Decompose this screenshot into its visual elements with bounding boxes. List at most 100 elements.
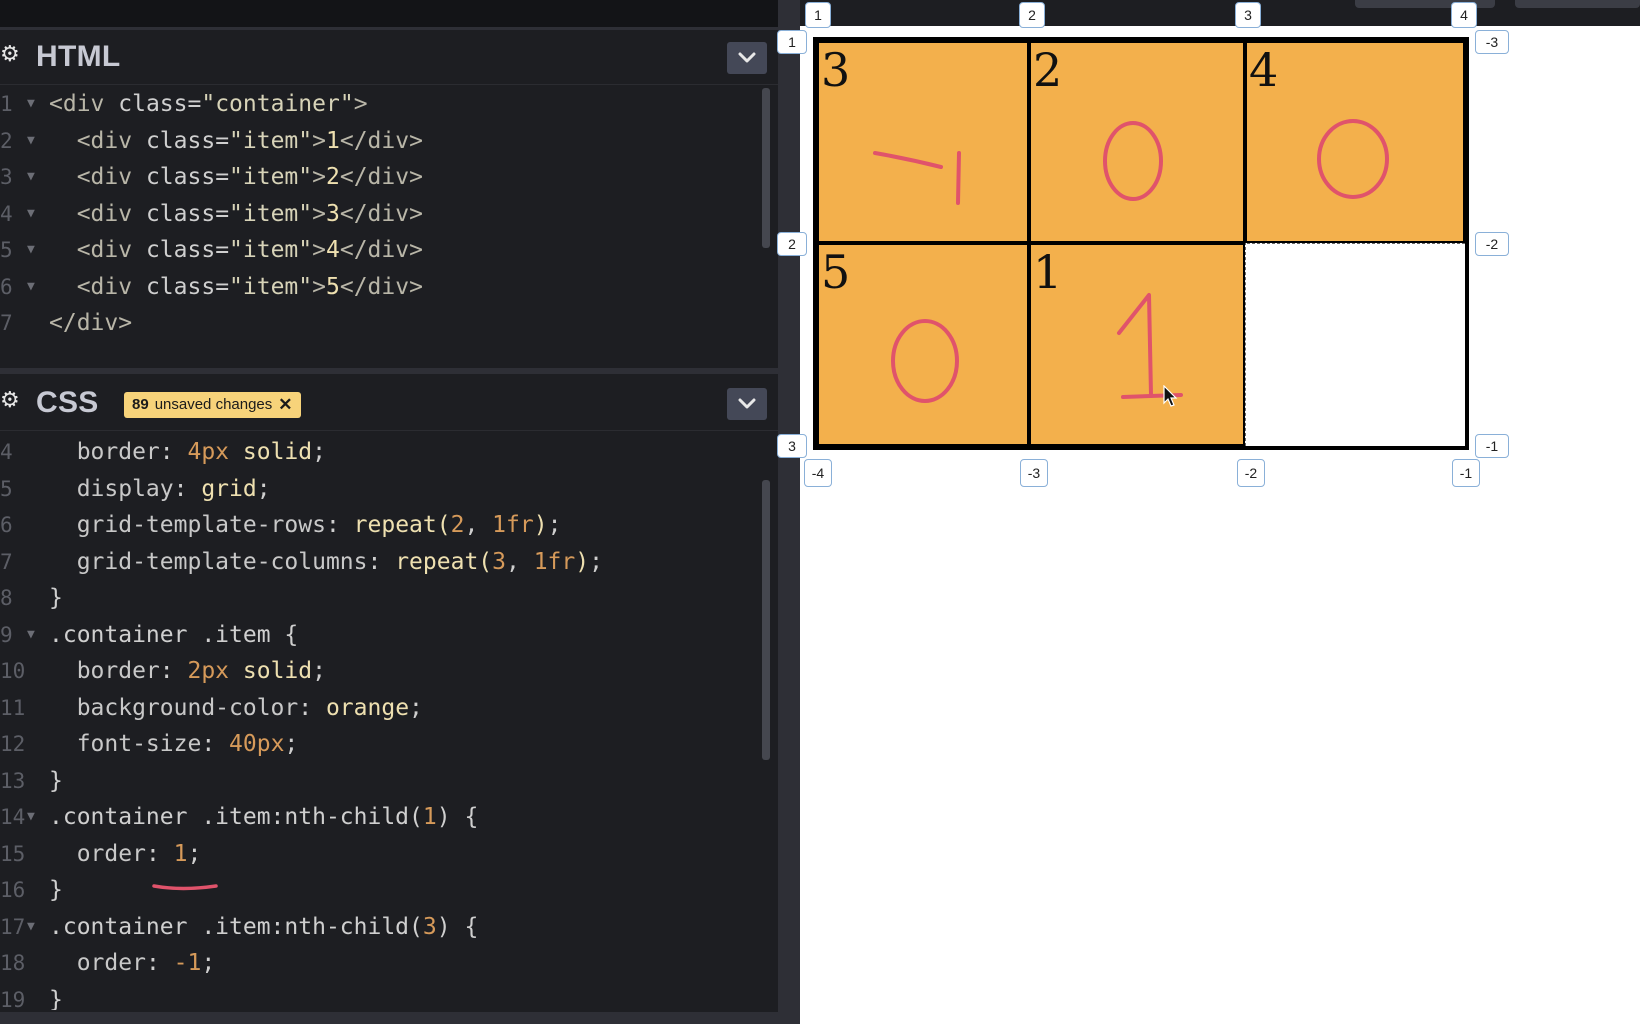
grid-item[interactable]: 1 bbox=[1029, 243, 1245, 446]
code-token: font-size bbox=[49, 731, 202, 757]
css-scrollbar[interactable] bbox=[762, 480, 770, 760]
fold-arrow-icon[interactable]: ▼ bbox=[27, 909, 35, 945]
fold-arrow-icon[interactable]: ▼ bbox=[27, 123, 35, 159]
html-code-area[interactable]: 1 ▼ <div class="container"> 2 ▼ <div class="… bbox=[0, 86, 760, 370]
code-text: } bbox=[49, 982, 63, 1011]
grid-line-label: -3 bbox=[1475, 30, 1509, 54]
grid-line-label: -1 bbox=[1452, 459, 1480, 487]
code-line[interactable]: 15 order: 1; bbox=[0, 836, 760, 872]
gear-icon[interactable]: ⚙ bbox=[0, 44, 22, 66]
code-token: 2 bbox=[450, 512, 465, 538]
code-line[interactable]: 7 </div> bbox=[0, 305, 760, 341]
line-number: 8 bbox=[0, 586, 13, 610]
fold-arrow-icon[interactable]: ▼ bbox=[27, 269, 35, 305]
code-token: 3 bbox=[422, 913, 437, 940]
code-text: <div class="item">1</div> bbox=[49, 123, 423, 159]
code-token: "item" bbox=[229, 164, 313, 190]
grid-item[interactable]: 3 bbox=[817, 41, 1029, 243]
css-panel-title: CSS bbox=[36, 386, 99, 419]
code-line[interactable]: 3 ▼ <div class="item">2</div> bbox=[0, 159, 760, 195]
code-token: repeat( bbox=[353, 512, 451, 538]
code-line[interactable]: 7 grid-template-columns: repeat(3, 1fr); bbox=[0, 544, 760, 580]
unsaved-count: 89 bbox=[132, 396, 149, 413]
toolbar-tab[interactable] bbox=[1515, 0, 1640, 8]
grid-item[interactable]: 2 bbox=[1029, 41, 1245, 243]
code-token: > bbox=[312, 237, 326, 263]
code-text: .container .item { bbox=[49, 617, 298, 653]
html-collapse-button[interactable] bbox=[727, 42, 767, 74]
css-collapse-button[interactable] bbox=[727, 388, 767, 420]
code-token: 2 bbox=[326, 164, 340, 190]
code-line[interactable]: 5 display: grid; bbox=[0, 471, 760, 507]
line-number: 1 bbox=[0, 92, 13, 116]
fold-arrow-icon[interactable]: ▼ bbox=[27, 617, 35, 653]
gear-icon[interactable]: ⚙ bbox=[0, 390, 22, 412]
code-token: > bbox=[312, 200, 326, 227]
line-number: 13 bbox=[0, 768, 26, 793]
code-line[interactable]: 11 background-color: orange; bbox=[0, 690, 760, 726]
code-line[interactable]: 4 border: 4px solid; bbox=[0, 434, 760, 470]
code-line[interactable]: 6 grid-template-rows: repeat(2, 1fr); bbox=[0, 507, 760, 543]
line-number: 15 bbox=[0, 841, 26, 866]
code-token: class bbox=[145, 200, 216, 227]
code-token: ; bbox=[547, 512, 562, 538]
code-line[interactable]: 19} bbox=[0, 982, 760, 1011]
fold-arrow-icon[interactable]: ▼ bbox=[27, 159, 35, 195]
line-number: 4 bbox=[0, 440, 13, 464]
code-token: solid bbox=[229, 658, 313, 684]
code-token: class bbox=[118, 91, 188, 117]
code-token: } bbox=[49, 767, 63, 794]
code-token: = bbox=[215, 200, 230, 227]
line-number: 9 bbox=[0, 622, 13, 647]
code-token: ; bbox=[409, 694, 423, 721]
fold-arrow-icon[interactable]: ▼ bbox=[27, 86, 35, 122]
code-token: class bbox=[145, 164, 216, 190]
line-number: 6 bbox=[0, 274, 13, 299]
close-icon[interactable]: ✕ bbox=[278, 392, 292, 418]
fold-arrow-icon[interactable]: ▼ bbox=[27, 799, 35, 835]
code-token: } bbox=[49, 585, 63, 611]
fold-arrow-icon[interactable]: ▼ bbox=[27, 196, 35, 232]
code-line[interactable]: 8} bbox=[0, 580, 760, 616]
code-text: } bbox=[49, 763, 63, 799]
code-token: > bbox=[312, 127, 326, 154]
code-line[interactable]: 17 ▼ .container .item:nth-child(3) { bbox=[0, 909, 760, 945]
panel-divider[interactable] bbox=[0, 368, 778, 374]
code-token: class bbox=[145, 127, 216, 154]
unsaved-changes-badge[interactable]: 89 unsaved changes ✕ bbox=[124, 392, 301, 418]
code-token: ; bbox=[256, 475, 271, 502]
code-line[interactable]: 10 border: 2px solid; bbox=[0, 653, 760, 689]
code-line[interactable]: 12 font-size: 40px; bbox=[0, 726, 760, 762]
code-token: </div> bbox=[339, 127, 423, 154]
code-text: <div class="item">3</div> bbox=[49, 196, 423, 232]
code-token: 3 bbox=[326, 200, 340, 227]
code-line[interactable]: 4 ▼ <div class="item">3</div> bbox=[0, 196, 760, 232]
html-scrollbar[interactable] bbox=[762, 88, 770, 248]
grid-line-label: 1 bbox=[777, 30, 807, 54]
code-line[interactable]: 2 ▼ <div class="item">1</div> bbox=[0, 123, 760, 159]
grid-line-label: 1 bbox=[805, 2, 831, 28]
pane-resizer[interactable] bbox=[778, 0, 800, 1024]
grid-line-label: -1 bbox=[1475, 434, 1509, 458]
code-token: ; bbox=[187, 840, 202, 867]
code-token: background-color bbox=[49, 694, 299, 721]
code-text: display: grid; bbox=[49, 471, 271, 507]
code-line[interactable]: 16} bbox=[0, 872, 760, 908]
code-line[interactable]: 14 ▼ .container .item:nth-child(1) { bbox=[0, 799, 760, 835]
grid-item[interactable]: 4 bbox=[1245, 41, 1465, 243]
css-code-area[interactable]: 4 border: 4px solid; 5 display: grid; 6 gr… bbox=[0, 434, 760, 1010]
fold-arrow-icon[interactable]: ▼ bbox=[27, 232, 35, 268]
grid-item[interactable]: 5 bbox=[817, 243, 1029, 446]
code-line[interactable]: 13} bbox=[0, 763, 760, 799]
code-line[interactable]: 6 ▼ <div class="item">5</div> bbox=[0, 269, 760, 305]
code-token: grid-template-rows bbox=[49, 512, 326, 538]
code-text: grid-template-columns: repeat(3, 1fr); bbox=[49, 544, 603, 580]
code-token: : bbox=[201, 731, 230, 757]
code-line[interactable]: 1 ▼ <div class="container"> bbox=[0, 86, 760, 122]
code-line[interactable]: 5 ▼ <div class="item">4</div> bbox=[0, 232, 760, 268]
code-token: grid bbox=[201, 475, 257, 502]
code-line[interactable]: 9 ▼ .container .item { bbox=[0, 617, 760, 653]
line-number: 16 bbox=[0, 878, 26, 902]
unsaved-label: unsaved changes bbox=[154, 396, 273, 413]
code-line[interactable]: 18 order: -1; bbox=[0, 945, 760, 981]
